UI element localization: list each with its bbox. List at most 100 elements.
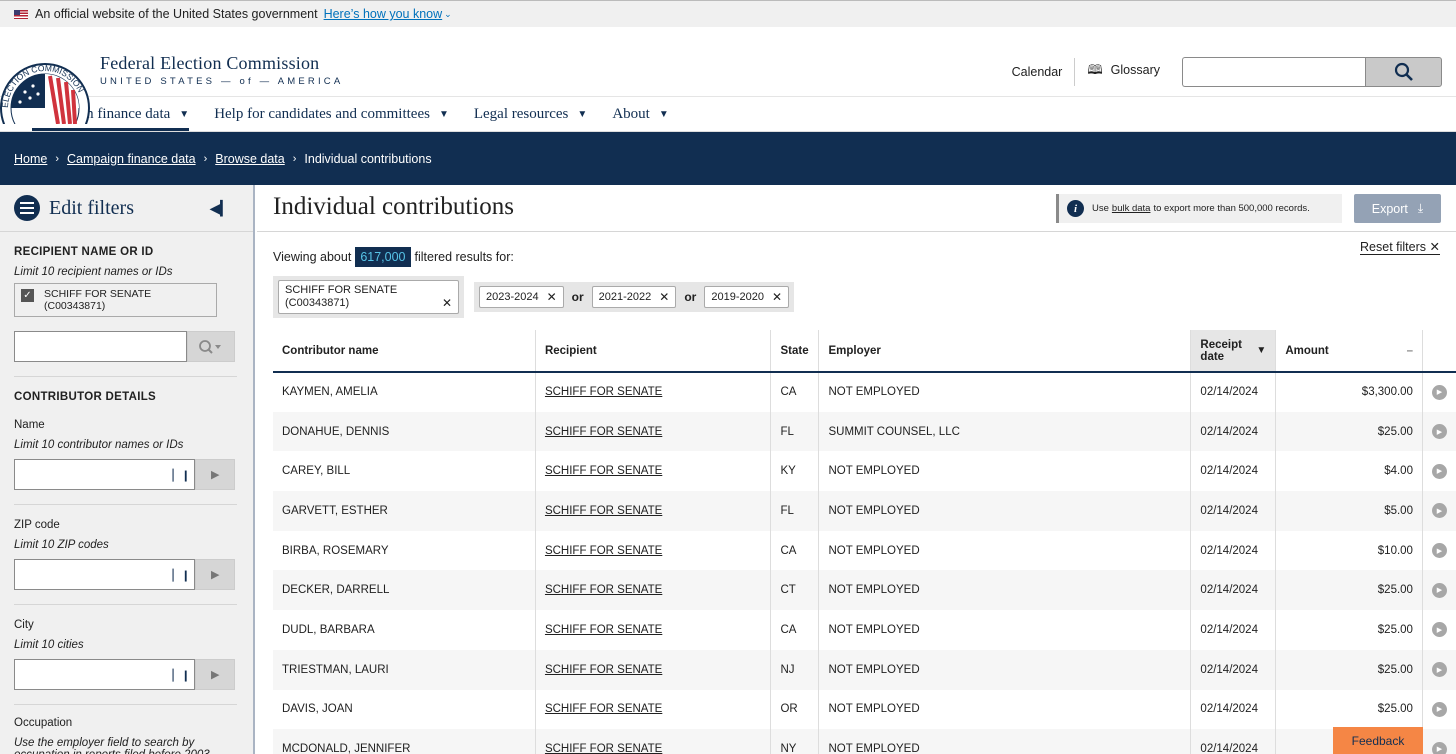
recipient-link[interactable]: SCHIFF FOR SENATE bbox=[545, 584, 662, 596]
header-utility: Calendar 🕮 Glossary bbox=[1000, 57, 1442, 87]
table-row[interactable]: GARVETT, ESTHER SCHIFF FOR SENATE FL NOT EM… bbox=[273, 491, 1456, 531]
table-row[interactable]: DONAHUE, DENNIS SCHIFF FOR SENATE FL SUMMIT… bbox=[273, 411, 1456, 452]
cell-amount: $25.00 bbox=[1275, 411, 1423, 452]
city-input[interactable]: ▏❙ bbox=[14, 659, 196, 690]
bulk-data-link[interactable]: bulk data bbox=[1112, 203, 1151, 214]
cell-contributor: KAYMEN, AMELIA bbox=[273, 372, 536, 412]
recipient-link[interactable]: SCHIFF FOR SENATE bbox=[545, 545, 662, 557]
contributor-name-submit[interactable]: ▶ bbox=[195, 459, 235, 490]
table-row[interactable]: CAREY, BILL SCHIFF FOR SENATE KY NOT EMPLOY… bbox=[273, 451, 1456, 492]
expand-row-icon[interactable]: ▶ bbox=[1431, 503, 1447, 519]
col-recipient[interactable]: Recipient bbox=[535, 330, 772, 373]
breadcrumb-campaign-finance-data[interactable]: Campaign finance data bbox=[67, 152, 196, 166]
reset-filters-link[interactable]: Reset filters ✕ bbox=[1360, 239, 1440, 255]
cell-recipient: SCHIFF FOR SENATE bbox=[535, 689, 772, 730]
table-row[interactable]: DECKER, DARRELL SCHIFF FOR SENATE CT NOT EM… bbox=[273, 570, 1456, 611]
filtered-label: filtered results for: bbox=[414, 250, 514, 264]
checkmark-icon: ✓ bbox=[21, 289, 34, 302]
zip-submit[interactable]: ▶ bbox=[195, 559, 235, 590]
expand-row-icon[interactable]: ▶ bbox=[1431, 463, 1447, 479]
cell-employer: NOT EMPLOYED bbox=[818, 729, 1192, 754]
recipient-link[interactable]: SCHIFF FOR SENATE bbox=[545, 624, 662, 636]
download-icon: ⤓ bbox=[1417, 201, 1424, 215]
zip-input[interactable]: ▏❙ bbox=[14, 559, 196, 590]
recipient-link[interactable]: SCHIFF FOR SENATE bbox=[545, 703, 662, 715]
remove-tag-icon[interactable]: ✕ bbox=[659, 290, 669, 304]
recipient-link[interactable]: SCHIFF FOR SENATE bbox=[545, 426, 662, 438]
brand[interactable]: Federal Election Commission UNITED STATE… bbox=[100, 53, 343, 87]
table-row[interactable]: DUDL, BARBARA SCHIFF FOR SENATE CA NOT EMPL… bbox=[273, 610, 1456, 650]
brand-name[interactable]: Federal Election Commission bbox=[100, 53, 343, 74]
filters-title: Edit filters bbox=[49, 196, 134, 219]
glossary-label: Glossary bbox=[1110, 63, 1160, 77]
cell-employer: SUMMIT COUNSEL, LLC bbox=[818, 411, 1192, 452]
col-receipt-date[interactable]: Receipt date ▼ bbox=[1190, 330, 1277, 373]
expand-row-icon[interactable]: ▶ bbox=[1431, 662, 1447, 678]
col-state[interactable]: State bbox=[770, 330, 820, 373]
breadcrumb-browse-data[interactable]: Browse data bbox=[215, 152, 284, 166]
nav-legal-resources[interactable]: Legal resources ▼ bbox=[474, 96, 587, 131]
contributor-name-input[interactable]: ▏❙ bbox=[14, 459, 196, 490]
recipient-checkbox[interactable]: ✓ SCHIFF FOR SENATE (C00343871) bbox=[14, 283, 217, 317]
recipient-search-button[interactable] bbox=[187, 331, 235, 362]
expand-row-icon[interactable]: ▶ bbox=[1431, 384, 1447, 400]
recipient-heading: RECIPIENT NAME OR ID bbox=[14, 246, 154, 258]
recipient-link[interactable]: SCHIFF FOR SENATE bbox=[545, 743, 662, 754]
or-separator: or bbox=[571, 290, 584, 304]
filter-tag-recipient[interactable]: SCHIFF FOR SENATE (C00343871) ✕ bbox=[278, 280, 459, 314]
recipient-link[interactable]: SCHIFF FOR SENATE bbox=[545, 465, 662, 477]
heres-how-link[interactable]: Here’s how you know bbox=[324, 7, 443, 21]
remove-tag-icon[interactable]: ✕ bbox=[442, 297, 452, 310]
cell-details: ▶ bbox=[1422, 729, 1456, 754]
site-search-button[interactable] bbox=[1365, 57, 1442, 87]
table-row[interactable]: KAYMEN, AMELIA SCHIFF FOR SENATE CA NOT EMP… bbox=[273, 372, 1456, 412]
calendar-link[interactable]: Calendar bbox=[1000, 65, 1075, 79]
zip-label: ZIP code bbox=[14, 519, 60, 531]
cell-employer: NOT EMPLOYED bbox=[818, 491, 1192, 531]
filter-tag-cycle[interactable]: 2019-2020 ✕ bbox=[704, 286, 790, 308]
remove-tag-icon[interactable]: ✕ bbox=[547, 290, 557, 304]
nav-label: Legal resources bbox=[473, 106, 569, 122]
expand-row-icon[interactable]: ▶ bbox=[1431, 701, 1447, 717]
expand-row-icon[interactable]: ▶ bbox=[1431, 622, 1447, 638]
feedback-button[interactable]: Feedback bbox=[1333, 727, 1423, 754]
page-title: Individual contributions bbox=[273, 193, 514, 220]
name-hint: Limit 10 contributor names or IDs bbox=[14, 439, 184, 451]
recipient-link[interactable]: SCHIFF FOR SENATE bbox=[545, 505, 662, 517]
glossary-link[interactable]: 🕮 Glossary bbox=[1075, 61, 1172, 83]
city-submit[interactable]: ▶ bbox=[195, 659, 235, 690]
table-row[interactable]: MCDONALD, JENNIFER SCHIFF FOR SENATE NY NOT… bbox=[273, 729, 1456, 754]
nav-help-candidates[interactable]: Help for candidates and committees ▼ bbox=[214, 96, 449, 131]
cell-employer: NOT EMPLOYED bbox=[818, 570, 1192, 611]
recipient-link[interactable]: SCHIFF FOR SENATE bbox=[545, 664, 662, 676]
col-contributor-name[interactable]: Contributor name bbox=[273, 330, 536, 373]
site-search-input[interactable] bbox=[1182, 57, 1365, 87]
table-row[interactable]: BIRBA, ROSEMARY SCHIFF FOR SENATE CA NOT EM… bbox=[273, 530, 1456, 571]
filter-tag-cycle[interactable]: 2023-2024 ✕ bbox=[479, 286, 564, 308]
col-amount[interactable]: Amount – bbox=[1275, 330, 1423, 373]
chevron-down-icon[interactable]: ⌄ bbox=[444, 9, 452, 20]
filter-tag-cycle[interactable]: 2021-2022 ✕ bbox=[591, 286, 677, 308]
breadcrumb-separator: › bbox=[203, 152, 208, 165]
divider bbox=[14, 604, 237, 605]
gov-banner-text: An official website of the United States… bbox=[35, 7, 318, 21]
expand-row-icon[interactable]: ▶ bbox=[1431, 543, 1447, 559]
expand-row-icon[interactable]: ▶ bbox=[1431, 741, 1447, 754]
recipient-input[interactable] bbox=[14, 331, 188, 362]
expand-row-icon[interactable]: ▶ bbox=[1431, 424, 1447, 440]
sort-desc-icon: ▼ bbox=[1256, 344, 1267, 356]
table-row[interactable]: DAVIS, JOAN SCHIFF FOR SENATE OR NOT EMPLOY… bbox=[273, 689, 1456, 730]
breadcrumb-home[interactable]: Home bbox=[14, 152, 47, 166]
filters-sidebar: Edit filters ◀▎ RECIPIENT NAME OR ID Lim… bbox=[0, 185, 255, 754]
col-employer[interactable]: Employer bbox=[818, 330, 1192, 373]
export-button[interactable]: Export ⤓ bbox=[1354, 194, 1441, 223]
nav-about[interactable]: About ▼ bbox=[612, 96, 668, 131]
recipient-filter: RECIPIENT NAME OR ID Limit 10 recipient … bbox=[0, 232, 253, 754]
remove-tag-icon[interactable]: ✕ bbox=[772, 290, 782, 304]
table-row[interactable]: TRIESTMAN, LAURI SCHIFF FOR SENATE NJ NOT E… bbox=[273, 649, 1456, 690]
fec-seal-logo[interactable]: ELECTION COMMISSION bbox=[0, 54, 95, 124]
expand-row-icon[interactable]: ▶ bbox=[1431, 582, 1447, 598]
occupation-label: Occupation bbox=[14, 717, 73, 729]
collapse-sidebar-icon[interactable]: ◀▎ bbox=[209, 200, 231, 217]
recipient-link[interactable]: SCHIFF FOR SENATE bbox=[545, 386, 662, 398]
